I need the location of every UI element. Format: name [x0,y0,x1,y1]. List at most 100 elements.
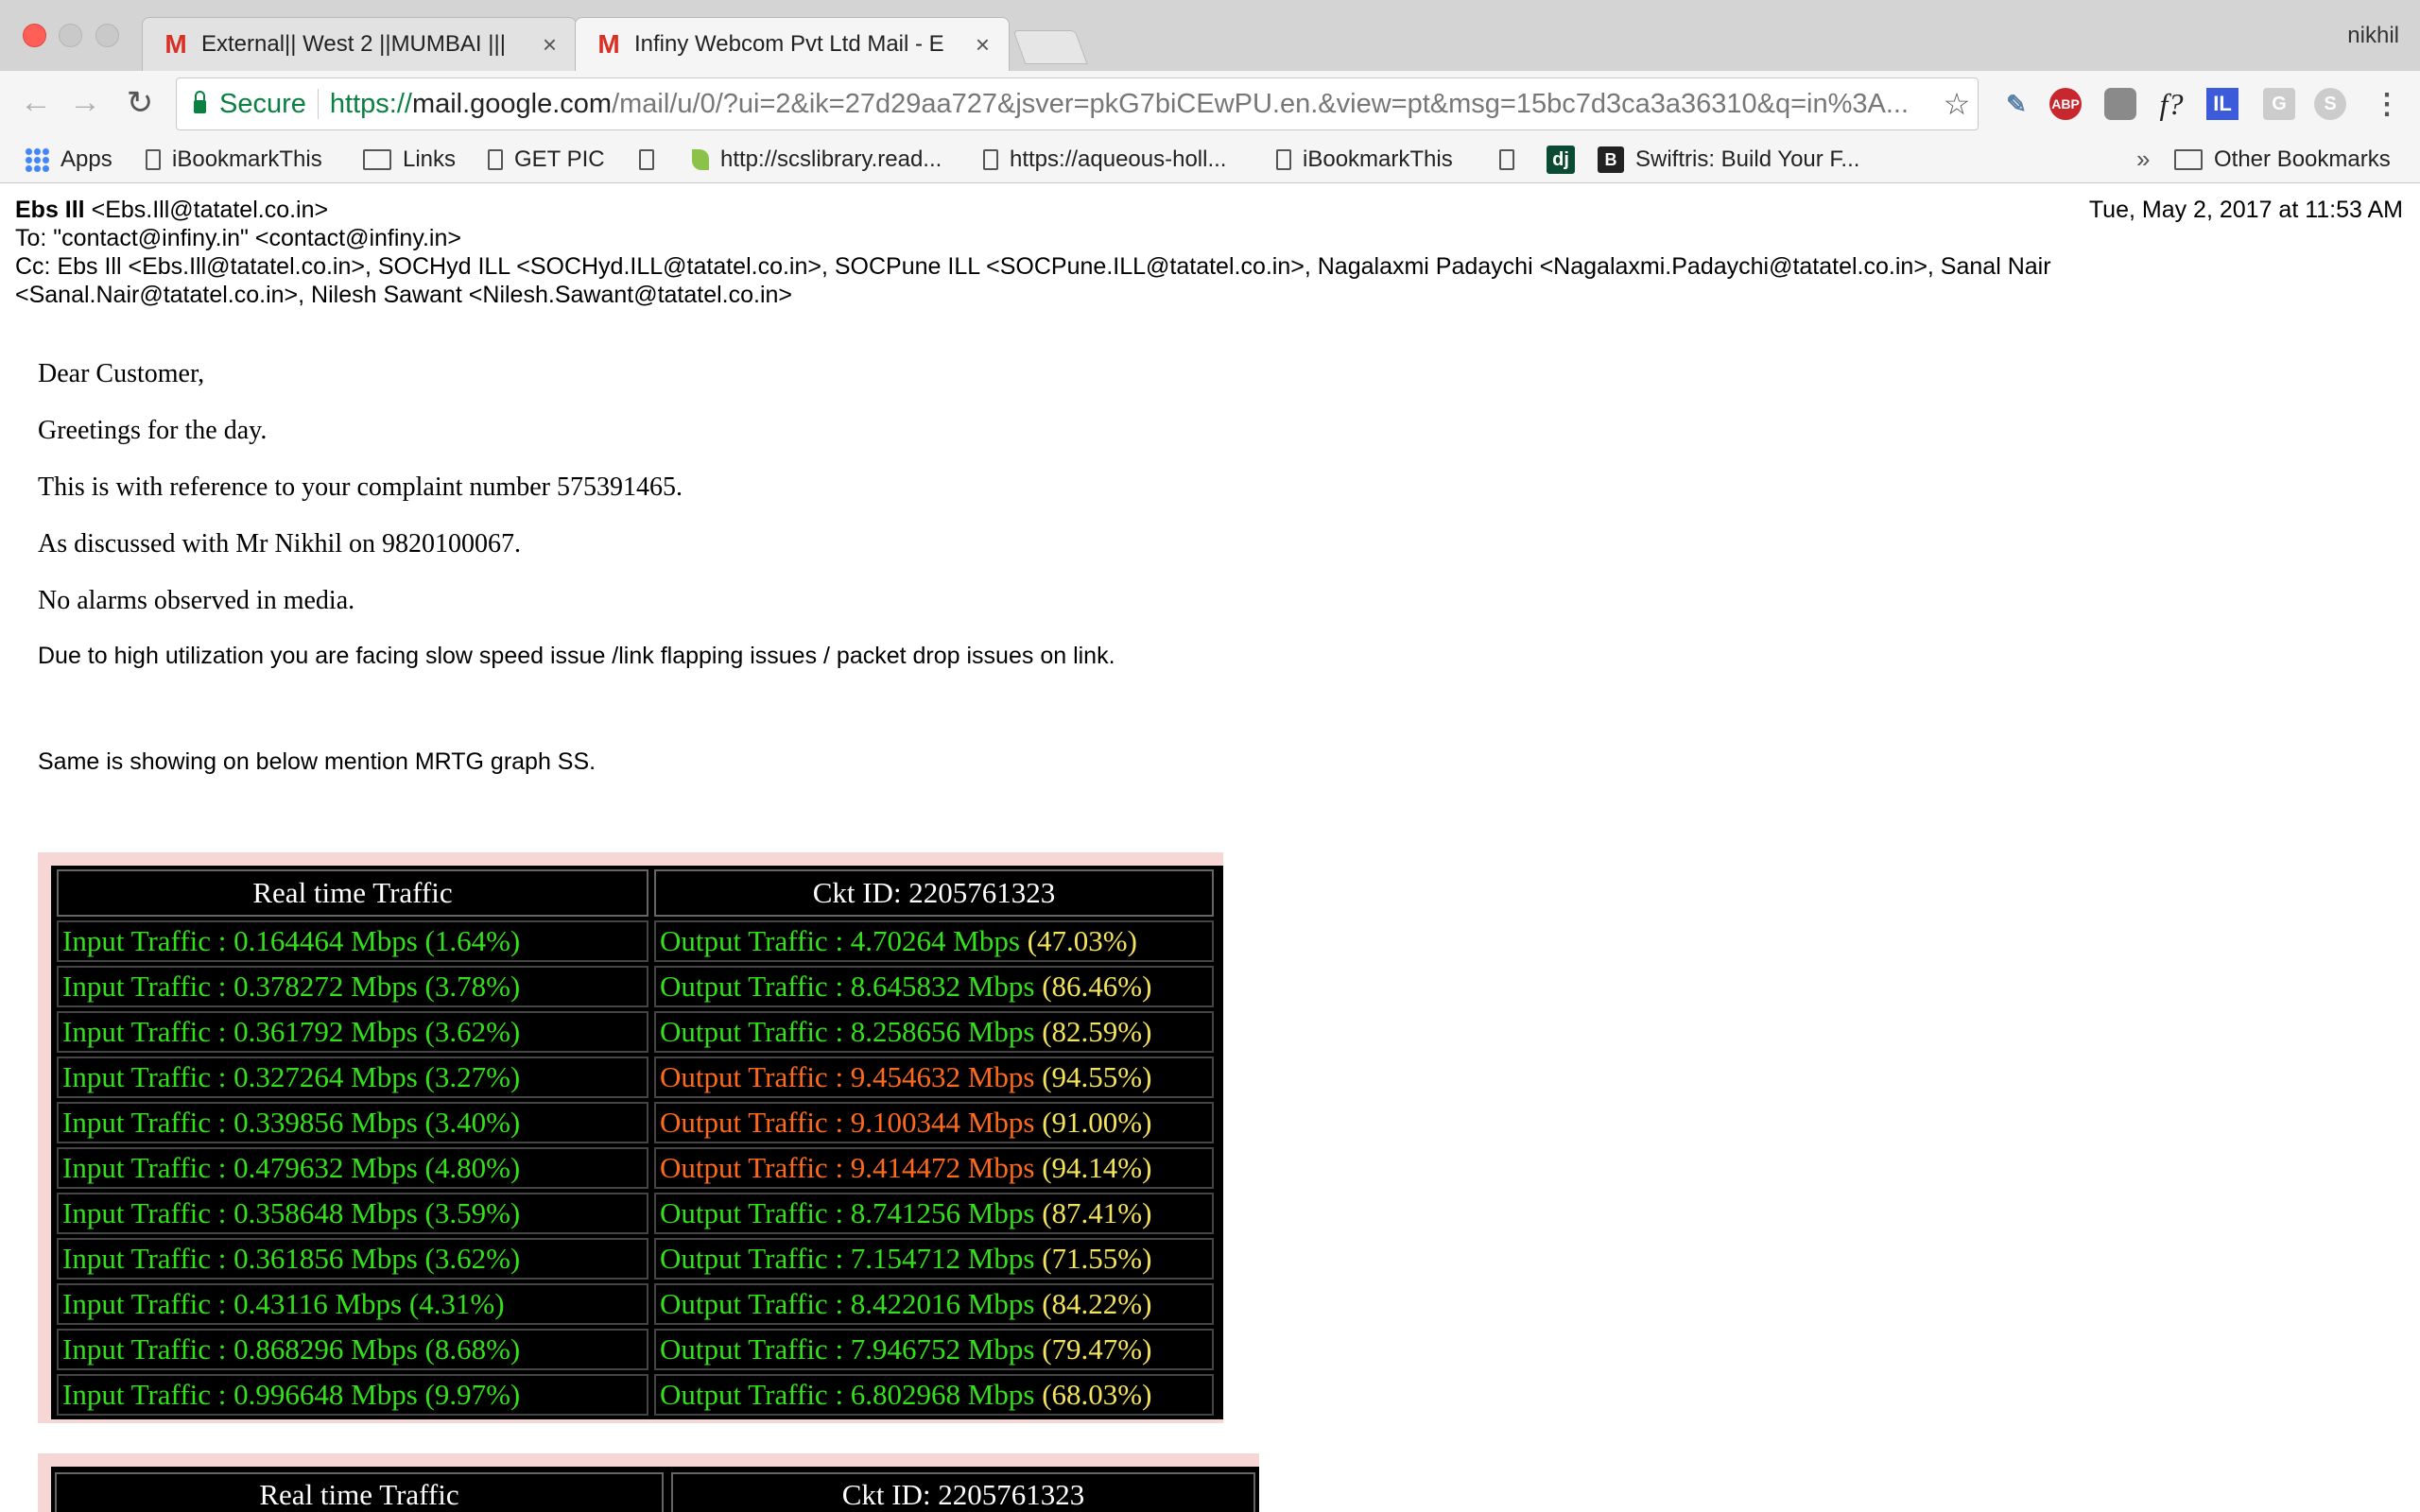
from-line: Ebs Ill <Ebs.Ill@tatatel.co.in> [15,197,328,224]
tab-title: External|| West 2 ||MUMBAI ||| [201,31,506,57]
browser-toolbar: ← → ↻ Secure https:// mail.google.com /m… [0,71,2420,138]
window-close-button[interactable] [23,24,46,47]
profile-name[interactable]: nikhil [2347,23,2399,49]
close-icon[interactable]: × [543,30,557,60]
g-extension-icon[interactable]: G [2263,88,2295,120]
close-icon[interactable]: × [976,30,990,60]
output-traffic-cell: Output Traffic : 9.414472 Mbps (94.14%) [654,1147,1214,1189]
sender-name: Ebs Ill [15,197,85,223]
forward-arrow-icon[interactable]: → [66,84,104,121]
output-traffic-percent: (86.46%) [1042,970,1152,1003]
body-line: As discussed with Mr Nikhil on 982010006… [38,529,521,558]
input-traffic-cell: Input Traffic : 0.43116 Mbps (4.31%) [57,1283,648,1325]
input-traffic-cell: Input Traffic : 0.378272 Mbps (3.78%) [57,966,648,1007]
bookmark-untitled-2[interactable] [1499,143,1526,177]
header-ckt-id: Ckt ID: 2205761323 [671,1472,1255,1512]
gmail-icon: M [164,29,187,59]
table-row: Input Traffic : 0.361856 Mbps (3.62%) Out… [57,1238,1214,1280]
s-extension-icon[interactable]: S [2314,88,2346,120]
eyedropper-extension-icon[interactable]: ✎ [2000,88,2032,120]
table-row: Input Traffic : 0.868296 Mbps (8.68%) Out… [57,1329,1214,1370]
tab-strip: M External|| West 2 ||MUMBAI ||| × M Inf… [0,0,2420,71]
window-minimize-button[interactable] [59,24,82,47]
mrtg-table-wrapper: Real time Traffic Ckt ID: 2205761323 Inp… [51,866,1223,1419]
bookmark-star-icon[interactable]: ☆ [1936,86,1978,122]
folder-icon [2174,149,2203,170]
adblock-plus-icon[interactable]: ABP [2049,88,2082,120]
chrome-menu-icon[interactable]: ⋮ [2371,88,2403,120]
cc-line-2: <Sanal.Nair@tatatel.co.in>, Nilesh Sawan… [15,282,793,308]
cc-line-1: Cc: Ebs Ill <Ebs.Ill@tatatel.co.in>, SOC… [15,253,2051,280]
bookmark-django[interactable]: dj [1547,143,1586,177]
folder-icon [363,149,391,170]
output-traffic-value: Output Traffic : 9.414472 Mbps [660,1151,1043,1184]
body-line: Same is showing on below mention MRTG gr… [38,748,596,775]
bookmarks-overflow-chevron-icon[interactable]: » [2136,145,2150,174]
input-traffic-cell: Input Traffic : 0.996648 Mbps (9.97%) [57,1374,648,1416]
bookmark-ibookmarkthis-2[interactable]: iBookmarkThis [1276,143,1453,177]
bookmark-aqueous[interactable]: https://aqueous-holl... [983,143,1226,177]
bookmark-label: iBookmarkThis [1303,146,1453,172]
output-traffic-cell: Output Traffic : 9.100344 Mbps (91.00%) [654,1102,1214,1143]
page-icon [1276,149,1291,170]
bookmark-swiftris[interactable]: B Swiftris: Build Your F... [1598,143,1859,177]
browser-tab-external[interactable]: M External|| West 2 ||MUMBAI ||| × [142,17,577,71]
mrtg-table-wrapper-2: Real time Traffic Ckt ID: 2205761323 [51,1467,1259,1512]
bookmark-apps[interactable]: Apps [25,143,112,177]
table-row: Input Traffic : 0.479632 Mbps (4.80%) Out… [57,1147,1214,1189]
table-header-row: Real time Traffic Ckt ID: 2205761323 [57,869,1214,917]
output-traffic-value: Output Traffic : 4.70264 Mbps [660,924,1028,957]
output-traffic-percent: (82.59%) [1042,1015,1152,1048]
output-traffic-cell: Output Traffic : 8.645832 Mbps (86.46%) [654,966,1214,1007]
bookmark-ibookmarkthis[interactable]: iBookmarkThis [146,143,322,177]
table-row: Input Traffic : 0.43116 Mbps (4.31%) Outp… [57,1283,1214,1325]
output-traffic-cell: Output Traffic : 8.258656 Mbps (82.59%) [654,1011,1214,1053]
output-traffic-percent: (79.47%) [1042,1332,1152,1366]
page-icon [488,149,503,170]
font-finder-icon[interactable]: f? [2155,87,2187,121]
header-real-time-traffic: Real time Traffic [57,869,648,917]
page-icon [639,149,654,170]
new-tab-button[interactable] [1012,30,1088,64]
body-line: This is with reference to your complaint… [38,472,683,502]
input-traffic-cell: Input Traffic : 0.327264 Mbps (3.27%) [57,1057,648,1098]
output-traffic-value: Output Traffic : 9.100344 Mbps [660,1106,1043,1139]
output-traffic-percent: (84.22%) [1042,1287,1152,1320]
table-row: Input Traffic : 0.361792 Mbps (3.62%) Out… [57,1011,1214,1053]
input-traffic-cell: Input Traffic : 0.358648 Mbps (3.59%) [57,1193,648,1234]
url-host: mail.google.com [411,88,613,119]
django-icon: dj [1547,146,1575,174]
browser-tab-infiny[interactable]: M Infiny Webcom Pvt Ltd Mail - E × [575,17,1010,71]
output-traffic-percent: (71.55%) [1042,1242,1152,1275]
address-bar[interactable]: Secure https:// mail.google.com /mail/u/… [176,77,1979,130]
output-traffic-value: Output Traffic : 7.946752 Mbps [660,1332,1043,1366]
bookmark-links-folder[interactable]: Links [363,143,456,177]
bookmark-other-bookmarks[interactable]: Other Bookmarks [2174,143,2391,177]
output-traffic-value: Output Traffic : 8.258656 Mbps [660,1015,1043,1048]
back-arrow-icon[interactable]: ← [17,84,55,121]
output-traffic-value: Output Traffic : 6.802968 Mbps [660,1378,1043,1411]
bookmark-label: http://scslibrary.read... [720,146,942,172]
bookmark-untitled[interactable] [639,143,666,177]
window-maximize-button[interactable] [95,24,119,47]
output-traffic-percent: (94.14%) [1042,1151,1152,1184]
bookmark-label: Swiftris: Build Your F... [1635,146,1860,172]
output-traffic-cell: Output Traffic : 7.154712 Mbps (71.55%) [654,1238,1214,1280]
bookmark-label: Other Bookmarks [2214,146,2391,172]
output-traffic-percent: (91.00%) [1042,1106,1152,1139]
bookmark-get-pic[interactable]: GET PIC [488,143,605,177]
extension-icon[interactable] [2104,88,2136,120]
reload-icon[interactable]: ↻ [121,84,159,122]
table-row: Input Traffic : 0.996648 Mbps (9.97%) Out… [57,1374,1214,1416]
bookmark-scslibrary[interactable]: http://scslibrary.read... [692,143,942,177]
bookmark-label: iBookmarkThis [172,146,322,172]
body-line: No alarms observed in media. [38,586,355,615]
output-traffic-cell: Output Traffic : 7.946752 Mbps (79.47%) [654,1329,1214,1370]
input-traffic-cell: Input Traffic : 0.164464 Mbps (1.64%) [57,920,648,962]
header-ckt-id: Ckt ID: 2205761323 [654,869,1214,917]
gmail-icon: M [597,29,620,59]
il-extension-icon[interactable]: IL [2206,88,2238,120]
table-row: Input Traffic : 0.358648 Mbps (3.59%) Out… [57,1193,1214,1234]
url-path: /mail/u/0/?ui=2&ik=27d29aa727&jsver=pkG7… [612,88,1910,119]
bookmarks-bar: Apps iBookmarkThis Links GET PIC http://… [0,137,2420,183]
